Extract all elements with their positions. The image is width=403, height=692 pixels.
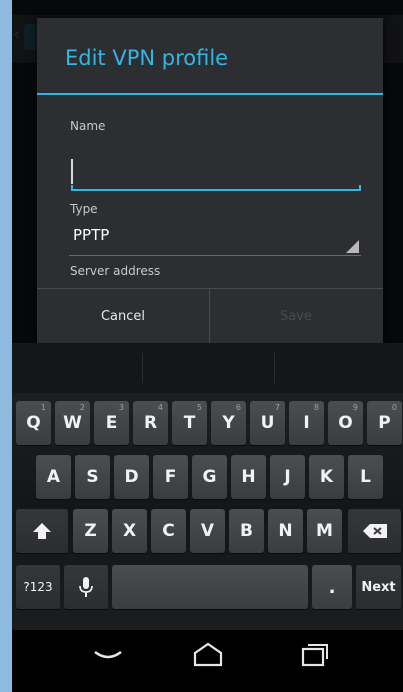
home-nav-icon [193, 642, 223, 667]
type-spinner[interactable]: PPTP [69, 221, 361, 256]
key-hint: 4 [157, 403, 163, 412]
key-o[interactable]: O9 [328, 401, 363, 445]
symbols-key[interactable]: ?123 [16, 565, 60, 609]
key-hint: 0 [391, 403, 397, 412]
key-label: Y [222, 413, 235, 433]
key-x[interactable]: X [112, 509, 147, 553]
key-hint: 2 [79, 403, 85, 412]
period-key[interactable]: . [312, 565, 352, 609]
key-p[interactable]: P0 [367, 401, 402, 445]
back-button[interactable] [78, 640, 138, 680]
key-c[interactable]: C [151, 509, 186, 553]
key-label: I [303, 413, 310, 433]
back-nav-icon [94, 650, 122, 659]
key-g[interactable]: G [192, 455, 227, 499]
key-v[interactable]: V [190, 509, 225, 553]
name-label: Name [70, 119, 106, 133]
suggestion-strip [12, 343, 403, 393]
name-field[interactable] [71, 157, 361, 191]
edit-vpn-dialog: Edit VPN profile Name Type PPTP Server a… [37, 18, 383, 344]
server-address-label: Server address [70, 264, 161, 278]
backspace-icon [362, 524, 387, 538]
key-i[interactable]: I8 [289, 401, 324, 445]
voice-input-key[interactable] [64, 565, 108, 609]
dialog-title: Edit VPN profile [65, 46, 229, 70]
key-f[interactable]: F [153, 455, 188, 499]
key-m[interactable]: M [307, 509, 342, 553]
key-w[interactable]: W2 [55, 401, 90, 445]
key-y[interactable]: Y6 [211, 401, 246, 445]
key-label: O [338, 413, 353, 433]
key-hint: 7 [274, 403, 280, 412]
spinner-corner-icon [346, 240, 359, 253]
text-cursor [71, 159, 73, 184]
recent-apps-icon [301, 644, 328, 667]
key-label: U [260, 413, 275, 433]
name-field-underline [71, 185, 361, 191]
suggestion-separator [142, 353, 143, 383]
recent-apps-button[interactable] [284, 640, 344, 680]
suggestion-separator [274, 353, 275, 383]
key-j[interactable]: J [270, 455, 305, 499]
key-l[interactable]: L [348, 455, 383, 499]
type-value: PPTP [73, 226, 110, 244]
key-e[interactable]: E3 [94, 401, 129, 445]
key-t[interactable]: T5 [172, 401, 207, 445]
home-button[interactable] [178, 640, 238, 680]
key-label: E [105, 413, 118, 433]
space-key[interactable] [112, 565, 308, 609]
key-a[interactable]: A [36, 455, 71, 499]
phone-screen: ‹ Edit VPN profile Name Type PPTP Server… [12, 0, 403, 692]
key-s[interactable]: S [75, 455, 110, 499]
key-label: P [378, 413, 391, 433]
key-label: R [143, 413, 158, 433]
key-n[interactable]: N [268, 509, 303, 553]
shift-icon [33, 523, 51, 539]
key-hint: 6 [235, 403, 241, 412]
key-q[interactable]: Q1 [16, 401, 51, 445]
soft-keyboard: Q1W2E3R4T5Y6U7I8O9P0 ASDFGHJKL ZXCVBNM ?… [12, 343, 403, 630]
navigation-bar [12, 630, 403, 692]
cancel-button[interactable]: Cancel [37, 289, 210, 344]
key-k[interactable]: K [309, 455, 344, 499]
key-hint: 8 [313, 403, 319, 412]
type-label: Type [70, 202, 98, 216]
key-hint: 9 [352, 403, 358, 412]
shift-key[interactable] [16, 509, 68, 553]
microphone-icon [79, 577, 93, 597]
key-h[interactable]: H [231, 455, 266, 499]
key-label: Q [26, 413, 41, 433]
key-z[interactable]: Z [73, 509, 108, 553]
backspace-key[interactable] [348, 509, 401, 553]
key-hint: 1 [40, 403, 46, 412]
dialog-button-bar: Cancel Save [37, 288, 383, 344]
key-hint: 5 [196, 403, 202, 412]
key-r[interactable]: R4 [133, 401, 168, 445]
save-button[interactable]: Save [210, 289, 382, 344]
next-key[interactable]: Next [356, 565, 401, 609]
key-label: T [183, 413, 196, 433]
key-label: W [63, 413, 82, 433]
key-d[interactable]: D [114, 455, 149, 499]
key-b[interactable]: B [229, 509, 264, 553]
dialog-title-divider [37, 93, 383, 95]
key-hint: 3 [118, 403, 124, 412]
key-u[interactable]: U7 [250, 401, 285, 445]
